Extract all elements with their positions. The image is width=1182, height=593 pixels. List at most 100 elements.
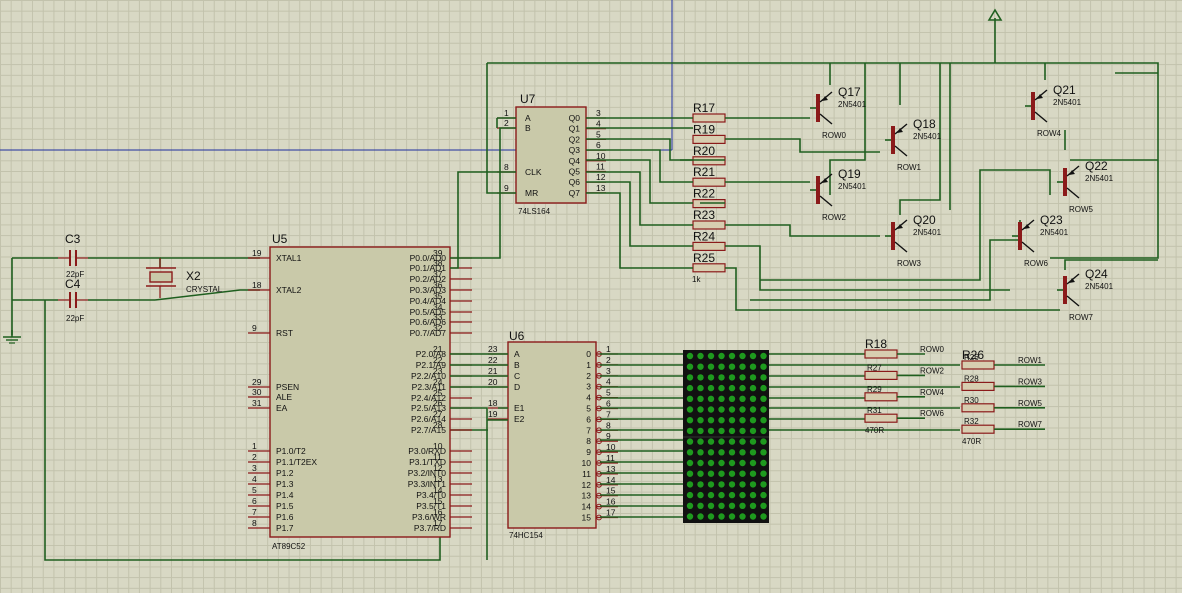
led-dot (697, 438, 704, 445)
led-dot (707, 352, 715, 360)
led-dot (760, 417, 767, 424)
transistor-row-label: ROW1 (897, 163, 922, 172)
u6-part: 74HC154 (509, 531, 543, 540)
led-dot (686, 395, 694, 402)
u5-pin-number: 3 (252, 463, 257, 473)
transistor-q24[interactable]: Q242N5401 ROW7 (1057, 267, 1114, 322)
led-dot (707, 374, 715, 381)
led-dot (728, 491, 736, 499)
u5-pin-label: P1.7 (276, 523, 294, 533)
resistor-col-a[interactable] (864, 413, 898, 423)
row-label: ROW1 (1018, 356, 1043, 365)
u5-pin-label: P1.5 (276, 501, 294, 511)
resistor-r23[interactable] (692, 220, 726, 230)
led-dot (707, 470, 715, 477)
decoder-u6[interactable]: U6 74HC154 23 A22 B21 C20 D18 E119 E20 11 22 33 44… (488, 329, 618, 540)
resistor-col-b[interactable] (961, 360, 995, 370)
u5-pin-number: 18 (252, 280, 262, 290)
transistor-q22[interactable]: Q222N5401 ROW5 (1057, 159, 1114, 214)
resistor-col-b[interactable] (961, 424, 995, 434)
u5-pin-number: 5 (252, 485, 257, 495)
led-dot (749, 363, 757, 370)
capacitor-c3[interactable]: C3 22pF (58, 232, 88, 279)
transistor-part: 2N5401 (1040, 228, 1069, 237)
u6-pin-label: 9 (586, 447, 591, 457)
resistor-col-a[interactable] (864, 370, 898, 380)
led-dot (760, 513, 767, 520)
u5-pin-number: 2 (252, 452, 257, 462)
u5-pin-number: 29 (252, 377, 262, 387)
led-dot (760, 491, 767, 499)
resistor-col-a[interactable] (864, 349, 898, 359)
led-dot (697, 470, 704, 477)
led-dot (728, 459, 736, 467)
led-dot (697, 513, 704, 520)
resistor-col-b[interactable] (961, 381, 995, 391)
resistor-ref: R21 (693, 165, 715, 179)
u6-pin-number: 8 (606, 420, 611, 430)
u6-pin-label: 8 (586, 436, 591, 446)
resistor-r21[interactable] (692, 177, 726, 187)
u5-pin-number: 1 (252, 441, 257, 451)
led-dot (686, 427, 694, 435)
resistor-r17[interactable] (692, 113, 726, 123)
u7-pin-number: 2 (504, 118, 509, 128)
transistor-q21[interactable]: Q212N5401 ROW4 (1025, 83, 1082, 138)
led-dot (760, 384, 767, 392)
led-dot (707, 491, 715, 499)
resistor-col-a[interactable] (864, 392, 898, 402)
led-matrix[interactable] (683, 350, 769, 523)
led-dot (686, 481, 694, 488)
transistor-ref: Q19 (838, 167, 861, 181)
resistor-value: 470R (865, 426, 884, 435)
capacitor-c4[interactable]: C4 22pF (58, 277, 88, 323)
u7-part: 74LS164 (518, 207, 551, 216)
led-dot (760, 363, 767, 370)
u6-pin-number: 17 (606, 508, 616, 518)
u5-pin-number: 31 (252, 398, 262, 408)
led-dot (718, 491, 725, 499)
transistor-ref: Q24 (1085, 267, 1108, 281)
resistor-r24[interactable] (692, 241, 726, 251)
resistor-ref: R31 (867, 406, 882, 415)
u7-pin-label: Q3 (569, 145, 581, 155)
led-dot (707, 438, 715, 445)
led-dot (728, 427, 736, 435)
crystal-x2[interactable]: X2 CRYSTAL (146, 258, 223, 298)
transistor-q19[interactable]: Q192N5401 ROW2 (810, 167, 867, 222)
mcu-u5[interactable]: U5 AT89C52 19 XTAL118 XTAL29 RST29 PSEN30 ALE… (248, 232, 472, 551)
transistor-ref: Q22 (1085, 159, 1108, 173)
led-dot (749, 449, 757, 456)
c4-ref: C4 (65, 277, 81, 291)
schematic: C3 22pF C4 22pF X2 CRYSTAL U5 AT89C52 19… (0, 0, 1159, 561)
led-dot (728, 513, 736, 520)
transistor-ref: Q17 (838, 85, 861, 99)
transistor-q17[interactable]: Q172N5401 ROW0 (810, 85, 867, 140)
shift-register-u7[interactable]: U7 74LS164 1 A2 B8 CLK9 MRQ0 3Q1 4Q2 5Q3 6Q4 10Q5… (497, 92, 606, 216)
u6-pin-label: C (514, 371, 520, 381)
u5-pin-label: RST (276, 328, 293, 338)
led-dot (718, 470, 725, 477)
u6-pin-label: 1 (586, 360, 591, 370)
transistor-q20[interactable]: Q202N5401 ROW3 (885, 213, 942, 268)
led-dot (718, 363, 725, 370)
u6-pin-label: D (514, 382, 520, 392)
resistor-r25[interactable] (692, 263, 726, 273)
led-dot (707, 417, 715, 424)
resistor-col-b[interactable] (961, 403, 995, 413)
transistor-q18[interactable]: Q182N5401 ROW1 (885, 117, 942, 172)
led-dot (707, 406, 715, 413)
led-dot (739, 513, 746, 520)
u7-pin-label: A (525, 113, 531, 123)
led-dot (749, 459, 757, 467)
led-dot (760, 427, 767, 435)
led-dot (686, 470, 694, 477)
u5-pin-label: PSEN (276, 382, 299, 392)
led-dot (707, 481, 715, 488)
resistor-r19[interactable] (692, 134, 726, 144)
resistor-ref: R28 (964, 374, 979, 383)
u6-pin-number: 19 (488, 409, 498, 419)
u7-pin-label: Q4 (569, 156, 581, 166)
transistor-part: 2N5401 (913, 228, 942, 237)
u7-pin-label: MR (525, 188, 538, 198)
